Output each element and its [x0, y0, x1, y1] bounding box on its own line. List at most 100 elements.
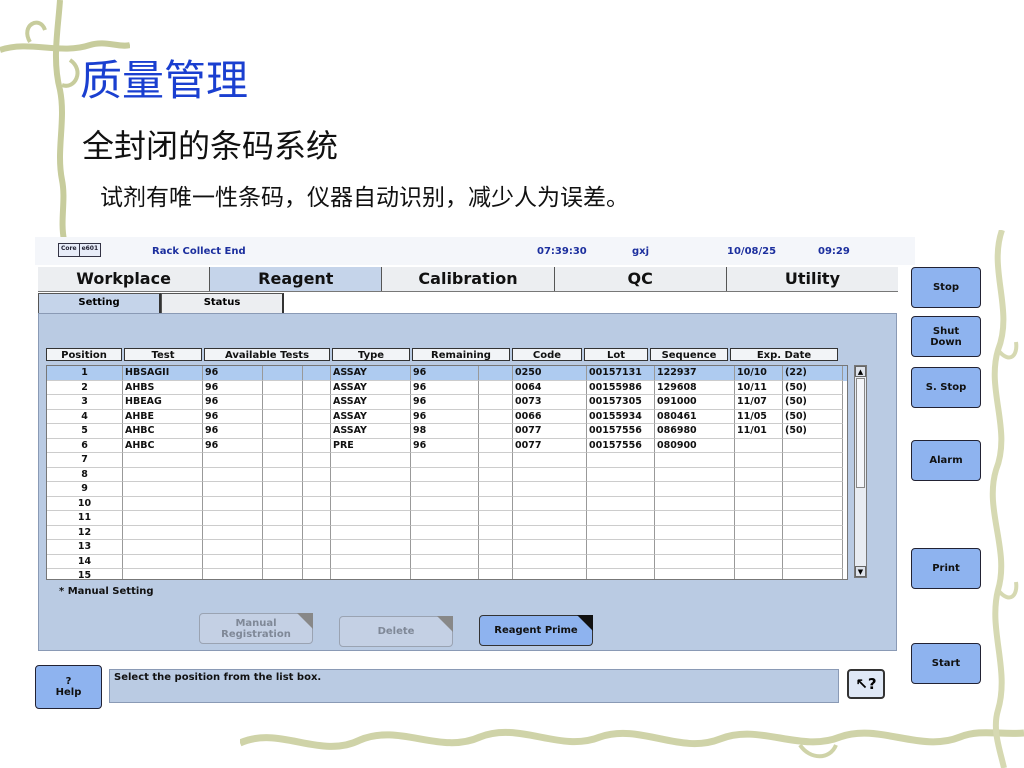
alarm-button[interactable]: Alarm [911, 440, 981, 481]
table-row[interactable]: 5 AHBC 96 ASSAY 98 0077 00157556 086980 11/01 (50… [47, 424, 847, 439]
table-row[interactable]: 1 HBSAGII 96 ASSAY 96 0250 00157131 122937 10/10… [47, 366, 847, 381]
table-cell [735, 496, 783, 511]
table-cell [479, 467, 513, 482]
table-cell: 4 [47, 409, 123, 424]
table-cell [203, 467, 263, 482]
current-time: 09:29 [818, 246, 850, 257]
scroll-down-icon[interactable]: ▼ [855, 566, 866, 577]
table-row[interactable]: 10 [47, 496, 847, 511]
column-header-code: Code [512, 348, 582, 361]
table-cell [479, 424, 513, 439]
table-cell: 8 [47, 467, 123, 482]
table-row[interactable]: 13 [47, 540, 847, 555]
subtab-status[interactable]: Status [161, 293, 284, 313]
table-row[interactable]: 12 [47, 525, 847, 540]
help-button[interactable]: ? Help [35, 665, 102, 709]
tab-reagent[interactable]: Reagent [210, 267, 383, 291]
tab-qc[interactable]: QC [554, 267, 727, 291]
s-stop-button[interactable]: S. Stop [911, 367, 981, 408]
table-cell [303, 424, 331, 439]
table-cell: 5 [47, 424, 123, 439]
table-cell [411, 496, 479, 511]
table-cell [303, 482, 331, 497]
table-row[interactable]: 15 [47, 569, 847, 579]
table-cell [513, 511, 587, 526]
table-row[interactable]: 14 [47, 554, 847, 569]
table-cell [655, 569, 735, 579]
tab-workplace[interactable]: Workplace [38, 267, 211, 291]
table-cell [479, 569, 513, 579]
table-cell [411, 540, 479, 555]
table-cell: 15 [47, 569, 123, 579]
table-row[interactable]: 8 [47, 467, 847, 482]
table-cell [331, 525, 411, 540]
table-cell: 0073 [513, 395, 587, 410]
print-button[interactable]: Print [911, 548, 981, 589]
reagent-grid-header: Position Test Available Tests Type Remai… [46, 348, 840, 361]
manual-registration-button[interactable]: Manual Registration [199, 613, 313, 644]
table-cell [735, 540, 783, 555]
table-cell [123, 540, 203, 555]
table-cell: 0077 [513, 438, 587, 453]
column-header-lot: Lot [584, 348, 648, 361]
table-cell [655, 482, 735, 497]
message-bar: Select the position from the list box. [109, 669, 839, 703]
table-cell [331, 540, 411, 555]
delete-button[interactable]: Delete [339, 616, 453, 647]
tab-calibration[interactable]: Calibration [382, 267, 555, 291]
table-row[interactable]: 4 AHBE 96 ASSAY 96 0066 00155934 080461 11/05 (50… [47, 409, 847, 424]
column-header-test: Test [124, 348, 202, 361]
table-row[interactable]: 11 [47, 511, 847, 526]
subtab-setting[interactable]: Setting [38, 293, 161, 313]
table-cell [411, 569, 479, 579]
table-cell [411, 525, 479, 540]
table-cell [123, 511, 203, 526]
table-cell: 00157556 [587, 424, 655, 439]
table-cell: 11/07 [735, 395, 783, 410]
reagent-prime-button[interactable]: Reagent Prime [479, 615, 593, 646]
table-cell: 9 [47, 482, 123, 497]
stop-button[interactable]: Stop [911, 267, 981, 308]
table-cell [331, 511, 411, 526]
table-cell: 96 [411, 438, 479, 453]
scroll-up-icon[interactable]: ▲ [855, 366, 866, 377]
table-cell [479, 453, 513, 468]
vine-decoration-right [989, 230, 1019, 768]
table-cell: 96 [203, 438, 263, 453]
table-cell: 00157305 [587, 395, 655, 410]
tab-utility[interactable]: Utility [726, 267, 899, 291]
table-row[interactable]: 7 [47, 453, 847, 468]
scroll-thumb[interactable] [856, 378, 865, 488]
table-cell: (50) [783, 424, 843, 439]
table-row[interactable]: 2 AHBS 96 ASSAY 96 0064 00155986 129608 10/11 (50… [47, 380, 847, 395]
table-row[interactable]: 9 [47, 482, 847, 497]
table-row[interactable]: 3 HBEAG 96 ASSAY 96 0073 00157305 091000 11/07 (5… [47, 395, 847, 410]
table-cell: 14 [47, 554, 123, 569]
current-date: 10/08/25 [727, 246, 777, 257]
table-cell [783, 453, 843, 468]
table-cell [303, 366, 331, 381]
table-row[interactable]: 6 AHBC 96 PRE 96 0077 00157556 080900 [47, 438, 847, 453]
list-scrollbar[interactable]: ▲ ▼ [854, 365, 867, 578]
table-cell: 11/05 [735, 409, 783, 424]
top-status-bar: Core e601 Rack Collect End 07:39:30 gxj … [35, 237, 915, 265]
table-cell: 10/11 [735, 380, 783, 395]
table-cell: 96 [411, 380, 479, 395]
table-cell [587, 482, 655, 497]
start-button[interactable]: Start [911, 643, 981, 684]
operator-id: gxj [632, 246, 650, 257]
reagent-position-list[interactable]: 1 HBSAGII 96 ASSAY 96 0250 00157131 122937 10/10… [46, 365, 848, 580]
column-header-remaining: Remaining [412, 348, 510, 361]
table-cell [411, 467, 479, 482]
shut-down-button[interactable]: Shut Down [911, 316, 981, 357]
table-cell: AHBC [123, 424, 203, 439]
table-cell [783, 496, 843, 511]
table-cell [331, 467, 411, 482]
table-cell: (50) [783, 395, 843, 410]
pointer-help-icon[interactable]: ↖? [847, 669, 885, 699]
table-cell [303, 380, 331, 395]
table-cell [587, 467, 655, 482]
table-cell: 00157556 [587, 438, 655, 453]
table-cell [783, 438, 843, 453]
table-cell [263, 380, 303, 395]
